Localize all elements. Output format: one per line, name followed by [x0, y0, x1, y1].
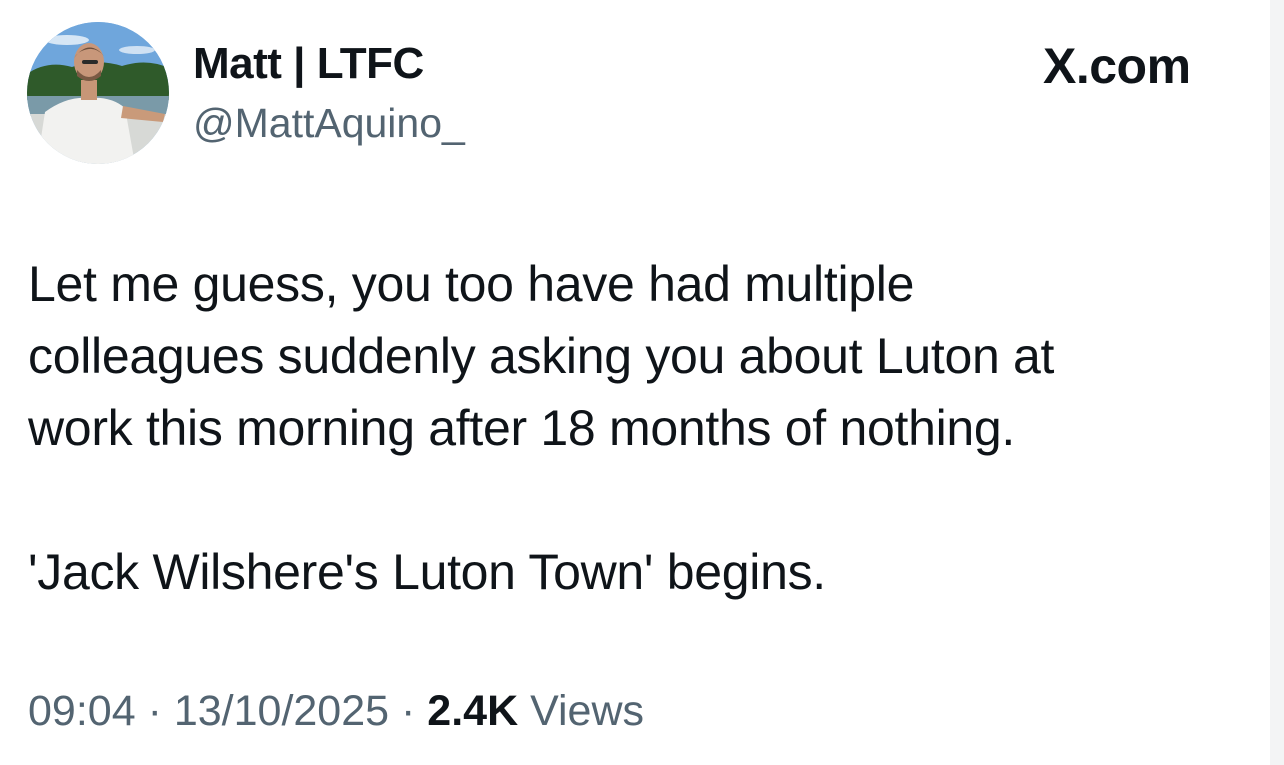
views-label: Views — [530, 687, 645, 735]
tweet-line: work this morning after 18 months of not… — [28, 400, 1016, 456]
tweet-line: 'Jack Wilshere's Luton Town' begins. — [28, 544, 826, 600]
author-handle[interactable]: @MattAquino_ — [193, 99, 465, 147]
tweet-date[interactable]: 13/10/2025 — [174, 687, 389, 735]
x-logo: X.com — [1043, 38, 1191, 94]
tweet-line: colleagues suddenly asking you about Lut… — [28, 328, 1055, 384]
meta-separator: · — [147, 687, 162, 735]
tweet-text: Let me guess, you too have had multiple … — [28, 248, 1238, 608]
views-count: 2.4K — [427, 687, 519, 735]
avatar[interactable] — [27, 22, 169, 164]
meta-separator: · — [401, 687, 416, 735]
tweet-line: Let me guess, you too have had multiple — [28, 256, 915, 312]
tweet-time[interactable]: 09:04 — [28, 687, 136, 735]
tweet-meta: 09:04 · 13/10/2025 · 2.4K Views — [28, 685, 644, 737]
author-display-name[interactable]: Matt | LTFC — [193, 40, 424, 88]
scroll-edge — [1270, 0, 1284, 765]
